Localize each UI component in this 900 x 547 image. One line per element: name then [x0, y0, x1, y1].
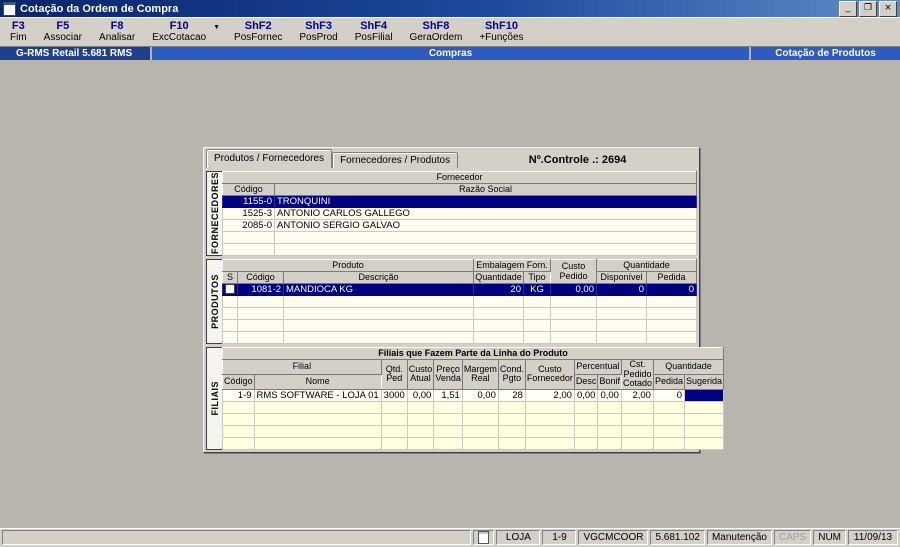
col-header-codigo: Código	[222, 183, 275, 196]
fornecedor-row[interactable]: 1525-3 ANTONIO CARLOS GALLEGO	[222, 207, 697, 220]
toolbar-item-posfilial[interactable]: ShF4 PosFilial	[355, 20, 393, 44]
col-header-qtd-ped: Qtd. Ped	[380, 359, 408, 390]
empty-row	[222, 307, 697, 320]
filial-row[interactable]: 1-9 RMS SOFTWARE - LOJA 01 3000 0,00 1,5…	[222, 388, 725, 402]
col-header-quantidade: Quantidade	[473, 271, 524, 284]
statusbar-usuario: VGCMCOOR	[578, 530, 649, 545]
fornecedores-section-label: FORNECEDORES	[206, 171, 222, 256]
fornecedor-row[interactable]: 1155-0 TRONQUINI	[222, 195, 697, 208]
toolbar-item-maisfuncoes[interactable]: ShF10 +Funções	[479, 20, 523, 44]
close-button[interactable]: ×	[879, 0, 897, 17]
panel-tabs: Produtos / Fornecedores Fornecedores / P…	[206, 149, 697, 168]
statusbar-num-indicator: NUM	[813, 530, 846, 545]
percentual-group-header: Percentual	[573, 359, 622, 375]
col-header-tipo: Tipo	[523, 271, 551, 284]
empty-row	[222, 424, 725, 438]
fornecedor-row[interactable]: 2085-0 ANTONIO SERGIO GALVAO	[222, 219, 697, 232]
control-number-label: Nº.Controle .: 2694	[528, 154, 627, 166]
toolbar-item-posprod[interactable]: ShF3 PosProd	[299, 20, 337, 44]
toolbar-item-geraordem[interactable]: ShF8 GeraOrdem	[410, 20, 463, 44]
empty-row	[222, 319, 697, 332]
statusbar-caps-indicator: CAPS	[773, 530, 812, 545]
app-icon	[3, 1, 16, 16]
col-header-descricao: Descrição	[283, 271, 474, 284]
empty-row	[222, 400, 725, 414]
statusbar-filler	[2, 530, 472, 545]
produtos-table: Produto Embalagem Forn. Custo Pedido Qua…	[222, 259, 697, 344]
statusbar-modo: Manutenção	[706, 530, 772, 545]
selected-cell[interactable]	[683, 388, 725, 402]
empty-row	[222, 231, 697, 244]
minimize-button[interactable]: _	[839, 0, 857, 17]
module-segment: Compras	[152, 47, 749, 60]
filiais-section-label: FILIAIS	[206, 347, 222, 450]
filial-group-header: Filial	[222, 359, 382, 375]
fornecedor-group-header: Fornecedor	[222, 171, 697, 184]
empty-row	[222, 243, 697, 256]
statusbar-icon-cell	[473, 530, 495, 545]
empty-row	[222, 295, 697, 308]
col-header-codigo: Código	[237, 271, 284, 284]
app-version-segment: G-RMS Retail 5.681 RMS	[0, 47, 150, 60]
select-checkbox[interactable]	[225, 284, 235, 295]
col-header-custo-fornecedor: Custo Fornecedor	[524, 359, 575, 390]
statusbar: LOJA 1-9 VGCMCOOR 5.681.102 Manutenção C…	[0, 528, 900, 547]
col-header-pedida: Pedida	[652, 373, 686, 390]
statusbar-date: 11/09/13	[848, 530, 898, 545]
document-icon	[478, 531, 490, 544]
produto-group-header: Produto	[222, 259, 474, 272]
toolbar-item-exccotacao[interactable]: F10 ExcCotacao	[152, 20, 206, 44]
filiais-table: Filiais que Fazem Parte da Linha do Prod…	[221, 347, 725, 450]
filiais-title-header: Filiais que Fazem Parte da Linha do Prod…	[221, 347, 725, 360]
statusbar-versao: 5.681.102	[650, 530, 705, 545]
empty-row	[222, 331, 697, 344]
empty-row	[222, 412, 725, 426]
toolbar-item-associar[interactable]: F5 Associar	[44, 20, 82, 44]
dropdown-arrow-icon[interactable]: ▼	[213, 23, 220, 44]
statusbar-filial: 1-9	[542, 530, 577, 545]
window-titlebar: Cotação da Ordem de Compra _ ❐ ×	[0, 0, 900, 17]
restore-button[interactable]: ❐	[859, 0, 877, 17]
col-header-codigo: Código	[222, 373, 255, 390]
filiais-section: FILIAIS Filiais que Fazem Parte da Linha…	[206, 347, 725, 450]
produto-row[interactable]: 1081-2 MANDIOCA KG 20 KG 0,00 0 0	[222, 283, 697, 296]
window-title: Cotação da Ordem de Compra	[20, 2, 179, 15]
col-header-margem-real: Margem Real	[461, 359, 499, 390]
col-header-cond-pgto: Cond. Pgto	[497, 359, 526, 390]
col-header-preco-venda: Preço Venda	[433, 359, 463, 390]
col-header-cst-pedido-cotado: Cst. Pedido Cotado	[620, 359, 654, 390]
tab-fornecedores-produtos[interactable]: Fornecedores / Produtos	[332, 152, 459, 168]
window-controls: _ ❐ ×	[839, 0, 897, 17]
tab-produtos-fornecedores[interactable]: Produtos / Fornecedores	[206, 149, 333, 168]
function-toolbar: F3 Fim F5 Associar F8 Analisar F10 ExcCo…	[0, 17, 900, 47]
col-header-pedida: Pedida	[646, 271, 697, 284]
quotation-panel: Produtos / Fornecedores Fornecedores / P…	[203, 147, 725, 453]
toolbar-item-fim[interactable]: F3 Fim	[10, 20, 27, 44]
fornecedores-table: Fornecedor Código Razão Social 1155-0 TR…	[222, 171, 697, 256]
col-header-razao-social: Razão Social	[274, 183, 697, 196]
produtos-section-label: PRODUTOS	[206, 259, 222, 344]
quantidade-group-header: Quantidade	[652, 359, 725, 375]
empty-row	[222, 436, 725, 450]
fornecedores-section: FORNECEDORES Fornecedor Código Razão Soc…	[206, 171, 697, 256]
screen-segment: Cotação de Produtos	[751, 47, 900, 60]
col-header-bonif: Bonif	[597, 373, 622, 390]
col-header-sugerida: Sugerida	[683, 373, 725, 390]
col-header-custo-atual: Custo Atual	[406, 359, 435, 390]
col-header-s: S	[222, 271, 238, 284]
statusbar-loja: LOJA	[496, 530, 541, 545]
toolbar-item-analisar[interactable]: F8 Analisar	[99, 20, 135, 44]
produtos-section: PRODUTOS Produto Embalagem Forn. Custo P…	[206, 259, 697, 344]
col-header-desc: Desc	[573, 373, 599, 390]
quantidade-group-header: Quantidade	[596, 259, 697, 272]
header-band: G-RMS Retail 5.681 RMS Compras Cotação d…	[0, 47, 900, 60]
col-header-custo-pedido: Custo Pedido	[550, 259, 597, 284]
toolbar-item-posfornec[interactable]: ShF2 PosFornec	[234, 20, 282, 44]
col-header-nome: Nome	[253, 373, 382, 390]
embalagem-group-header: Embalagem Forn.	[473, 259, 551, 272]
col-header-disponivel: Disponível	[596, 271, 647, 284]
